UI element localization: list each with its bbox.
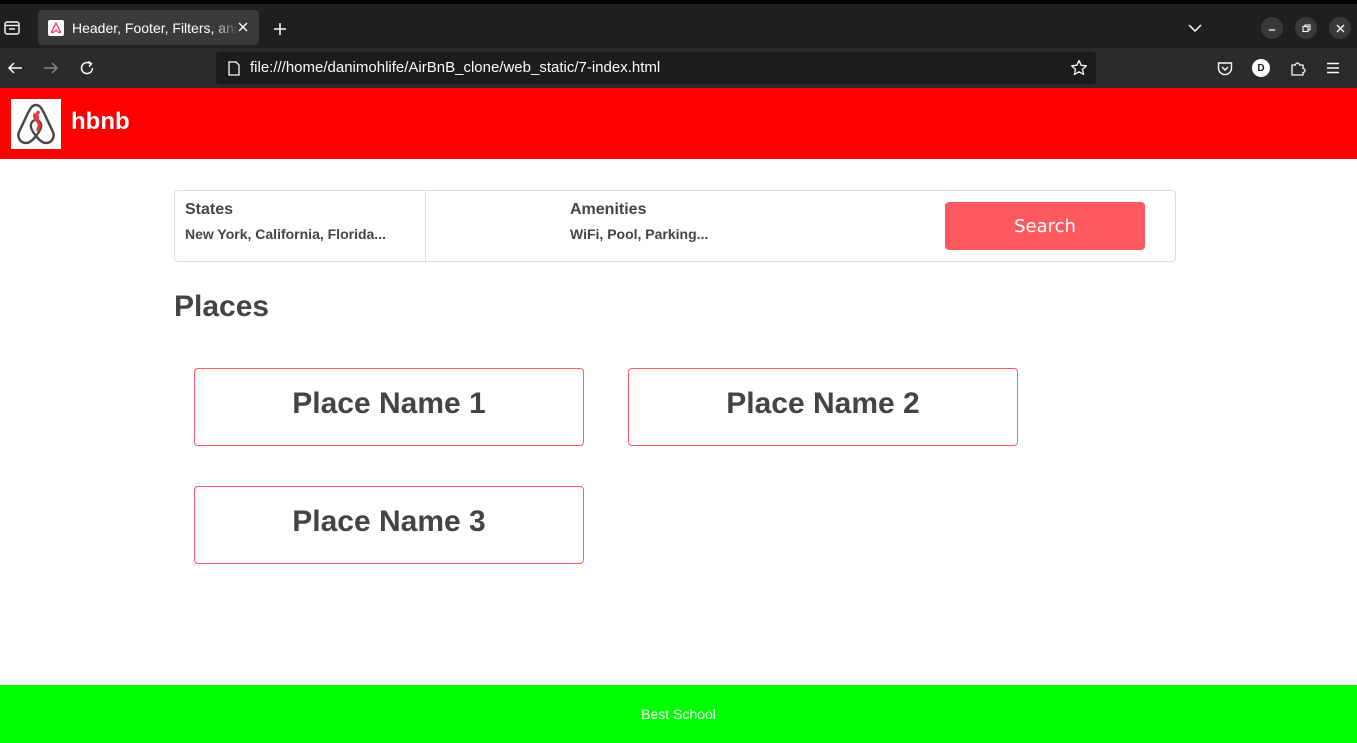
page-icon	[226, 60, 242, 76]
site-footer: Best School	[0, 685, 1357, 743]
amenities-filter-title: Amenities	[570, 201, 647, 218]
restore-window-icon[interactable]	[1295, 17, 1317, 39]
reload-icon[interactable]	[77, 58, 97, 78]
browser-tab-active[interactable]: Header, Footer, Filters, and Places	[38, 10, 259, 45]
place-card[interactable]: Place Name 2	[628, 368, 1018, 446]
amenities-filter-values: WiFi, Pool, Parking...	[570, 226, 709, 242]
states-filter[interactable]: States New York, California, Florida...	[175, 191, 426, 261]
chevron-down-icon[interactable]	[1185, 20, 1205, 36]
close-window-icon[interactable]	[1329, 17, 1351, 39]
tab-title: Header, Footer, Filters, and Places	[72, 19, 238, 36]
airbnb-favicon-icon	[48, 19, 64, 36]
footer-text: Best School	[641, 706, 716, 722]
minimize-window-icon[interactable]	[1261, 17, 1283, 39]
place-name: Place Name 1	[292, 387, 486, 420]
place-name: Place Name 3	[292, 505, 486, 538]
close-tab-icon[interactable]	[235, 19, 251, 35]
new-tab-plus-icon[interactable]	[270, 19, 290, 39]
site-header: hbnb	[0, 88, 1357, 159]
forward-arrow-icon[interactable]	[41, 58, 61, 78]
browser-tab-bar: Header, Footer, Filters, and Places	[0, 0, 1357, 48]
places-heading: Places	[174, 290, 270, 323]
search-button[interactable]: Search	[945, 202, 1145, 250]
url-text[interactable]: file:///home/danimohlife/AirBnB_clone/we…	[250, 59, 660, 76]
bookmark-star-icon[interactable]	[1070, 59, 1088, 77]
address-bar[interactable]: file:///home/danimohlife/AirBnB_clone/we…	[216, 52, 1096, 84]
account-avatar-icon[interactable]: D	[1251, 58, 1271, 78]
airbnb-logo-icon	[17, 103, 55, 145]
logo[interactable]	[11, 99, 61, 149]
place-name: Place Name 2	[726, 387, 920, 420]
place-card[interactable]: Place Name 3	[194, 486, 584, 564]
tab-list-icon[interactable]	[0, 18, 24, 38]
back-arrow-icon[interactable]	[5, 58, 25, 78]
hamburger-menu-icon[interactable]	[1323, 58, 1343, 78]
brand-name: hbnb	[71, 108, 130, 135]
account-initial: D	[1252, 59, 1270, 77]
filters-section: States New York, California, Florida... …	[174, 190, 1176, 262]
states-filter-title: States	[185, 201, 234, 218]
browser-toolbar: file:///home/danimohlife/AirBnB_clone/we…	[0, 48, 1357, 88]
pocket-icon[interactable]	[1215, 58, 1235, 78]
extensions-puzzle-icon[interactable]	[1288, 58, 1308, 78]
states-filter-values: New York, California, Florida...	[185, 226, 386, 242]
place-card[interactable]: Place Name 1	[194, 368, 584, 446]
